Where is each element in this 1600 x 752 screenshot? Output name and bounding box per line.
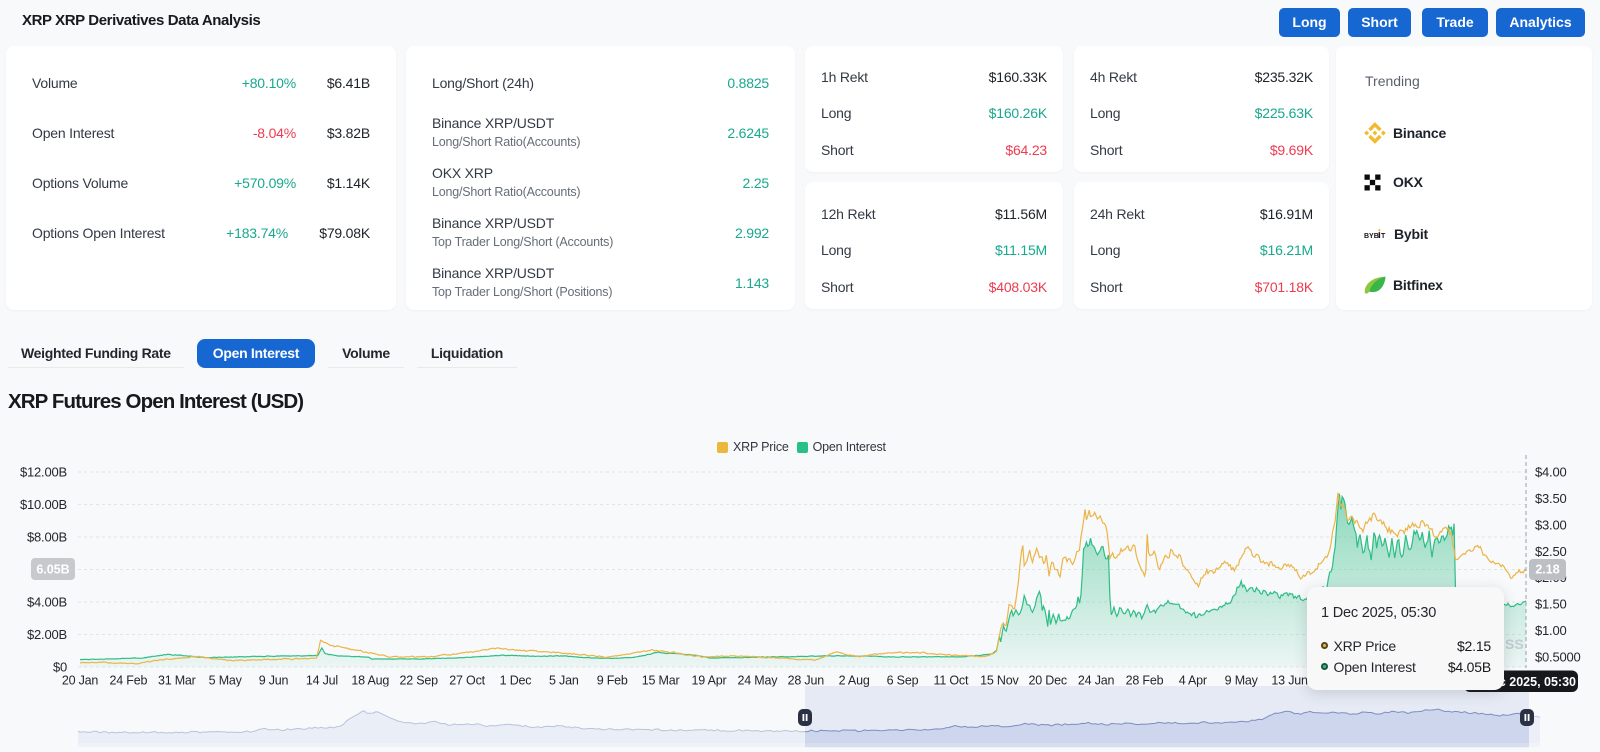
svg-text:6 Sep: 6 Sep (887, 674, 919, 688)
svg-text:$4.00: $4.00 (1535, 465, 1567, 480)
svg-text:20 Dec: 20 Dec (1028, 674, 1066, 688)
svg-text:22 Sep: 22 Sep (399, 674, 438, 688)
svg-text:5 Jan: 5 Jan (549, 674, 579, 688)
svg-text:2 Aug: 2 Aug (839, 674, 870, 688)
svg-text:2.18: 2.18 (1535, 563, 1559, 577)
svg-text:$2.50: $2.50 (1535, 544, 1567, 559)
svg-text:$12.00B: $12.00B (20, 465, 67, 480)
svg-text:5 May: 5 May (209, 674, 243, 688)
svg-text:15 Mar: 15 Mar (642, 674, 680, 688)
svg-text:20 Jan: 20 Jan (62, 674, 99, 688)
svg-text:28 Jun: 28 Jun (788, 674, 825, 688)
svg-text:9 May: 9 May (1225, 674, 1259, 688)
svg-text:$4.00B: $4.00B (27, 595, 67, 610)
svg-text:$3.50: $3.50 (1535, 491, 1567, 506)
svg-text:6.05B: 6.05B (36, 563, 69, 577)
svg-text:31 Mar: 31 Mar (158, 674, 196, 688)
svg-text:$8.00B: $8.00B (27, 530, 67, 545)
svg-text:1 Dec: 1 Dec (500, 674, 532, 688)
svg-text:14 Jul: 14 Jul (306, 674, 338, 688)
svg-text:$3.00: $3.00 (1535, 518, 1567, 533)
svg-text:27 Oct: 27 Oct (449, 674, 485, 688)
svg-text:11 Oct: 11 Oct (934, 674, 969, 688)
svg-text:13 Jun: 13 Jun (1271, 674, 1308, 688)
svg-text:18 Aug: 18 Aug (351, 674, 389, 688)
svg-text:9 Feb: 9 Feb (597, 674, 628, 688)
svg-text:28 Feb: 28 Feb (1126, 674, 1164, 688)
svg-text:$0: $0 (53, 660, 67, 675)
svg-text:$2.00B: $2.00B (27, 627, 67, 642)
svg-text:SS: SS (1505, 636, 1524, 652)
svg-text:15 Nov: 15 Nov (980, 674, 1019, 688)
svg-text:24 May: 24 May (738, 674, 779, 688)
svg-text:24 Jan: 24 Jan (1078, 674, 1115, 688)
svg-text:19 Apr: 19 Apr (692, 674, 727, 688)
svg-text:4 Apr: 4 Apr (1179, 674, 1207, 688)
svg-text:$1.00: $1.00 (1535, 623, 1567, 638)
svg-text:$10.00B: $10.00B (20, 497, 67, 512)
svg-text:$0.5000: $0.5000 (1535, 650, 1581, 665)
svg-text:$1.50: $1.50 (1535, 597, 1567, 612)
svg-text:24 Feb: 24 Feb (110, 674, 148, 688)
svg-text:9 Jun: 9 Jun (259, 674, 289, 688)
